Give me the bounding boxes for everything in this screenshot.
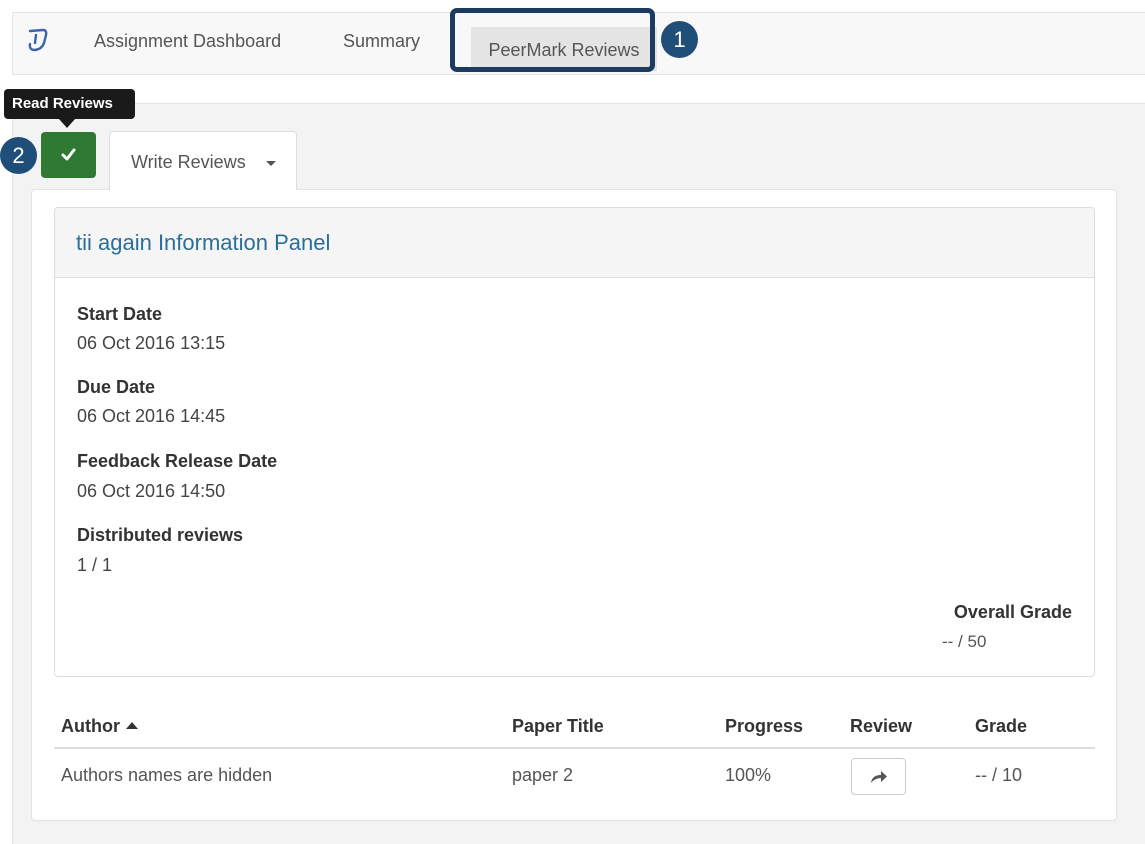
start-date-label: Start Date bbox=[77, 304, 163, 324]
column-header-author-label: Author bbox=[61, 716, 120, 736]
cell-author: Authors names are hidden bbox=[61, 765, 273, 785]
distributed-reviews-value: 1 / 1 bbox=[77, 555, 113, 575]
distributed-reviews-label: Distributed reviews bbox=[77, 525, 244, 545]
table-header-divider bbox=[54, 747, 1095, 749]
caret-down-icon bbox=[266, 161, 276, 166]
checkmark-icon bbox=[61, 148, 76, 161]
tooltip-arrow bbox=[59, 119, 75, 128]
read-reviews-tooltip: Read Reviews bbox=[4, 89, 135, 119]
information-panel-header: tii again Information Panel bbox=[55, 208, 1094, 278]
column-header-grade: Grade bbox=[975, 716, 1028, 736]
overall-grade-label: Overall Grade bbox=[953, 602, 1072, 622]
turnitin-logo-icon[interactable] bbox=[24, 27, 50, 53]
column-header-progress: Progress bbox=[725, 716, 804, 736]
nav-assignment-dashboard[interactable]: Assignment Dashboard bbox=[94, 31, 281, 52]
feedback-release-date-value: 06 Oct 2016 14:50 bbox=[77, 481, 226, 501]
information-panel: tii again Information Panel Start Date 0… bbox=[54, 207, 1095, 677]
tab-write-reviews[interactable]: Write Reviews bbox=[109, 131, 297, 190]
due-date-label: Due Date bbox=[77, 377, 156, 397]
column-header-review: Review bbox=[850, 716, 913, 736]
cell-grade: -- / 10 bbox=[975, 765, 1023, 785]
cell-paper-title: paper 2 bbox=[512, 765, 574, 785]
due-date-value: 06 Oct 2016 14:45 bbox=[77, 406, 226, 426]
read-reviews-button[interactable] bbox=[41, 132, 96, 178]
callout-2: 2 bbox=[0, 137, 37, 174]
tab-write-reviews-label: Write Reviews bbox=[131, 152, 246, 172]
nav-summary[interactable]: Summary bbox=[343, 31, 420, 52]
overall-grade-value: -- / 50 bbox=[942, 632, 987, 651]
start-date-value: 06 Oct 2016 13:15 bbox=[77, 333, 226, 353]
information-panel-title: tii again Information Panel bbox=[76, 230, 331, 255]
callout-1: 1 bbox=[661, 21, 698, 58]
sort-up-icon bbox=[125, 722, 138, 729]
feedback-release-date-label: Feedback Release Date bbox=[77, 451, 278, 471]
cell-progress: 100% bbox=[725, 765, 772, 785]
column-header-paper-title: Paper Title bbox=[512, 716, 604, 736]
open-review-button[interactable] bbox=[851, 758, 906, 795]
highlight-box bbox=[450, 8, 655, 72]
column-header-author[interactable]: Author bbox=[61, 716, 138, 737]
share-arrow-icon bbox=[871, 771, 887, 783]
